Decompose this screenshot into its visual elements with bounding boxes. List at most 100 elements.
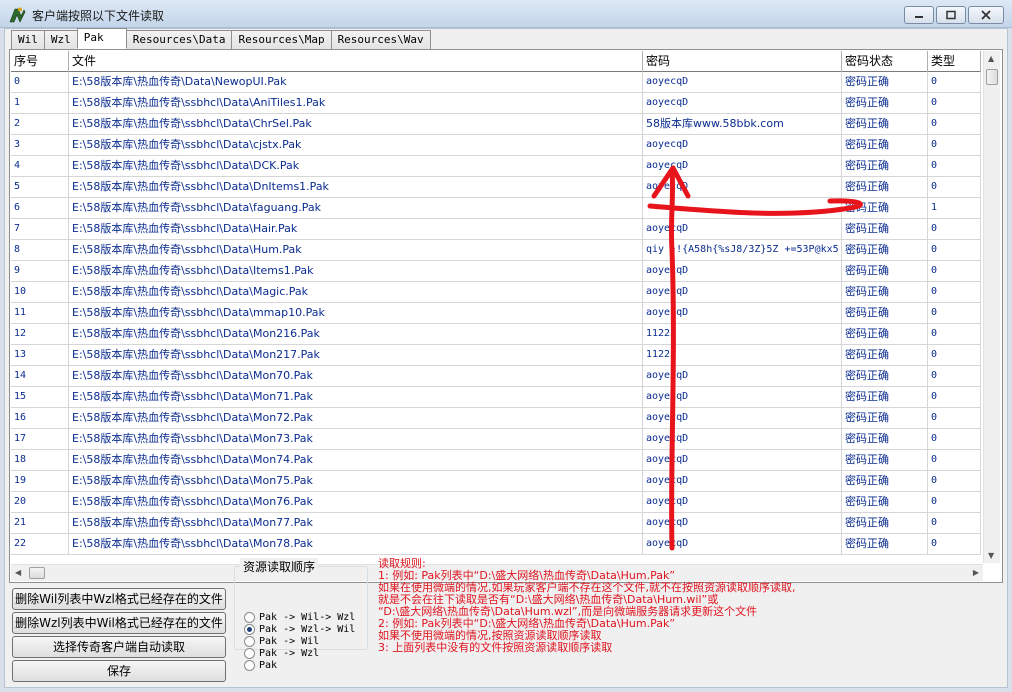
header-password-status[interactable]: 密码状态: [842, 51, 928, 72]
cell-file[interactable]: E:\58版本库\热血传奇\ssbhcl\Data\faguang.Pak: [69, 198, 643, 219]
cell-type[interactable]: 0: [928, 303, 981, 324]
cell-password[interactable]: aoyecqD: [643, 387, 842, 408]
cell-password[interactable]: aoyecqD: [643, 429, 842, 450]
cell-index[interactable]: 18: [11, 450, 69, 471]
table-row[interactable]: 13 E:\58版本库\热血传奇\ssbhcl\Data\Mon217.Pak 11…: [11, 345, 981, 366]
table-row[interactable]: 1 E:\58版本库\热血传奇\ssbhcl\Data\AniTiles1.Pak…: [11, 93, 981, 114]
cell-password[interactable]: [643, 198, 842, 219]
table-row[interactable]: 11 E:\58版本库\热血传奇\ssbhcl\Data\mmap10.Pak ao…: [11, 303, 981, 324]
cell-password[interactable]: aoyecqD: [643, 261, 842, 282]
cell-file[interactable]: E:\58版本库\热血传奇\ssbhcl\Data\Mon70.Pak: [69, 366, 643, 387]
cell-password-status[interactable]: 密码正确: [842, 450, 928, 471]
header-index[interactable]: 序号: [11, 51, 69, 72]
header-file[interactable]: 文件: [69, 51, 643, 72]
cell-type[interactable]: 0: [928, 471, 981, 492]
cell-password[interactable]: aoyecqD: [643, 72, 842, 93]
cell-file[interactable]: E:\58版本库\热血传奇\ssbhcl\Data\cjstx.Pak: [69, 135, 643, 156]
table-row[interactable]: 21 E:\58版本库\热血传奇\ssbhcl\Data\Mon77.Pak aoy…: [11, 513, 981, 534]
cell-password-status[interactable]: 密码正确: [842, 156, 928, 177]
cell-password[interactable]: aoyecqD: [643, 450, 842, 471]
cell-password[interactable]: aoyecqD: [643, 366, 842, 387]
cell-password-status[interactable]: 密码正确: [842, 534, 928, 555]
table-row[interactable]: 2 E:\58版本库\热血传奇\ssbhcl\Data\ChrSel.Pak 58版…: [11, 114, 981, 135]
cell-file[interactable]: E:\58版本库\热血传奇\ssbhcl\Data\DnItems1.Pak: [69, 177, 643, 198]
cell-index[interactable]: 9: [11, 261, 69, 282]
tab-resources-map[interactable]: Resources\Map: [231, 30, 332, 49]
radio-pak-wil[interactable]: Pak -> Wil: [244, 635, 319, 647]
cell-password-status[interactable]: 密码正确: [842, 513, 928, 534]
radio-pak-wil-wzl[interactable]: Pak -> Wil-> Wzl: [244, 611, 355, 623]
cell-type[interactable]: 0: [928, 93, 981, 114]
table-row[interactable]: 6 E:\58版本库\热血传奇\ssbhcl\Data\faguang.Pak 密码…: [11, 198, 981, 219]
cell-index[interactable]: 10: [11, 282, 69, 303]
table-row[interactable]: 7 E:\58版本库\热血传奇\ssbhcl\Data\Hair.Pak aoyec…: [11, 219, 981, 240]
tab-resources-data[interactable]: Resources\Data: [125, 30, 233, 49]
cell-index[interactable]: 17: [11, 429, 69, 450]
cell-index[interactable]: 11: [11, 303, 69, 324]
cell-password[interactable]: aoyecqD: [643, 282, 842, 303]
tab-resources-wav[interactable]: Resources\Wav: [330, 30, 431, 49]
cell-type[interactable]: 0: [928, 513, 981, 534]
horizontal-scroll-thumb[interactable]: [29, 567, 45, 579]
cell-file[interactable]: E:\58版本库\热血传奇\ssbhcl\Data\AniTiles1.Pak: [69, 93, 643, 114]
cell-password-status[interactable]: 密码正确: [842, 93, 928, 114]
cell-password[interactable]: aoyecqD: [643, 303, 842, 324]
close-button[interactable]: [968, 6, 1004, 24]
cell-index[interactable]: 1: [11, 93, 69, 114]
radio-dot-icon[interactable]: [244, 635, 255, 647]
cell-password-status[interactable]: 密码正确: [842, 345, 928, 366]
cell-type[interactable]: 0: [928, 177, 981, 198]
cell-password[interactable]: aoyecqD: [643, 534, 842, 555]
cell-index[interactable]: 0: [11, 72, 69, 93]
cell-file[interactable]: E:\58版本库\热血传奇\ssbhcl\Data\Mon217.Pak: [69, 345, 643, 366]
title-bar[interactable]: 客户端按照以下文件读取: [0, 0, 1012, 28]
table-row[interactable]: 22 E:\58版本库\热血传奇\ssbhcl\Data\Mon78.Pak aoy…: [11, 534, 981, 555]
cell-password-status[interactable]: 密码正确: [842, 303, 928, 324]
radio-dot-icon[interactable]: [244, 647, 255, 659]
cell-file[interactable]: E:\58版本库\热血传奇\ssbhcl\Data\DCK.Pak: [69, 156, 643, 177]
cell-file[interactable]: E:\58版本库\热血传奇\ssbhcl\Data\Mon216.Pak: [69, 324, 643, 345]
scroll-left-icon[interactable]: ◀: [15, 568, 21, 577]
cell-file[interactable]: E:\58版本库\热血传奇\ssbhcl\Data\Mon74.Pak: [69, 450, 643, 471]
cell-type[interactable]: 0: [928, 72, 981, 93]
vertical-scroll-thumb[interactable]: [986, 69, 998, 85]
cell-password-status[interactable]: 密码正确: [842, 492, 928, 513]
cell-index[interactable]: 16: [11, 408, 69, 429]
cell-password[interactable]: aoyecqD: [643, 177, 842, 198]
cell-file[interactable]: E:\58版本库\热血传奇\ssbhcl\Data\Mon76.Pak: [69, 492, 643, 513]
cell-file[interactable]: E:\58版本库\热血传奇\ssbhcl\Data\Mon72.Pak: [69, 408, 643, 429]
table-row[interactable]: 15 E:\58版本库\热血传奇\ssbhcl\Data\Mon71.Pak aoy…: [11, 387, 981, 408]
tab-pak[interactable]: Pak: [76, 28, 127, 49]
cell-password[interactable]: 58版本库www.58bbk.com: [643, 114, 842, 135]
table-row[interactable]: 20 E:\58版本库\热血传奇\ssbhcl\Data\Mon76.Pak aoy…: [11, 492, 981, 513]
cell-password-status[interactable]: 密码正确: [842, 114, 928, 135]
cell-index[interactable]: 13: [11, 345, 69, 366]
cell-password[interactable]: aoyecqD: [643, 135, 842, 156]
delete-wzl-duplicates-button[interactable]: 删除Wzl列表中Wil格式已经存在的文件: [12, 612, 226, 634]
radio-dot-icon[interactable]: [244, 659, 255, 671]
cell-password[interactable]: aoyecqD: [643, 93, 842, 114]
cell-index[interactable]: 2: [11, 114, 69, 135]
cell-index[interactable]: 8: [11, 240, 69, 261]
cell-index[interactable]: 5: [11, 177, 69, 198]
tab-wzl[interactable]: Wzl: [43, 30, 78, 49]
cell-file[interactable]: E:\58版本库\热血传奇\ssbhcl\Data\Mon77.Pak: [69, 513, 643, 534]
delete-wil-duplicates-button[interactable]: 删除Wil列表中Wzl格式已经存在的文件: [12, 588, 226, 610]
cell-index[interactable]: 20: [11, 492, 69, 513]
cell-type[interactable]: 0: [928, 408, 981, 429]
cell-type[interactable]: 0: [928, 429, 981, 450]
cell-password-status[interactable]: 密码正确: [842, 261, 928, 282]
cell-password[interactable]: aoyecqD: [643, 156, 842, 177]
cell-file[interactable]: E:\58版本库\热血传奇\ssbhcl\Data\Mon73.Pak: [69, 429, 643, 450]
cell-password-status[interactable]: 密码正确: [842, 408, 928, 429]
cell-index[interactable]: 15: [11, 387, 69, 408]
cell-file[interactable]: E:\58版本库\热血传奇\Data\NewopUI.Pak: [69, 72, 643, 93]
cell-password[interactable]: aoyecqD: [643, 408, 842, 429]
auto-read-client-button[interactable]: 选择传奇客户端自动读取: [12, 636, 226, 658]
cell-password-status[interactable]: 密码正确: [842, 219, 928, 240]
cell-password[interactable]: 11223: [643, 345, 842, 366]
cell-index[interactable]: 21: [11, 513, 69, 534]
cell-index[interactable]: 7: [11, 219, 69, 240]
radio-dot-selected-icon[interactable]: [244, 623, 255, 635]
cell-file[interactable]: E:\58版本库\热血传奇\ssbhcl\Data\Magic.Pak: [69, 282, 643, 303]
